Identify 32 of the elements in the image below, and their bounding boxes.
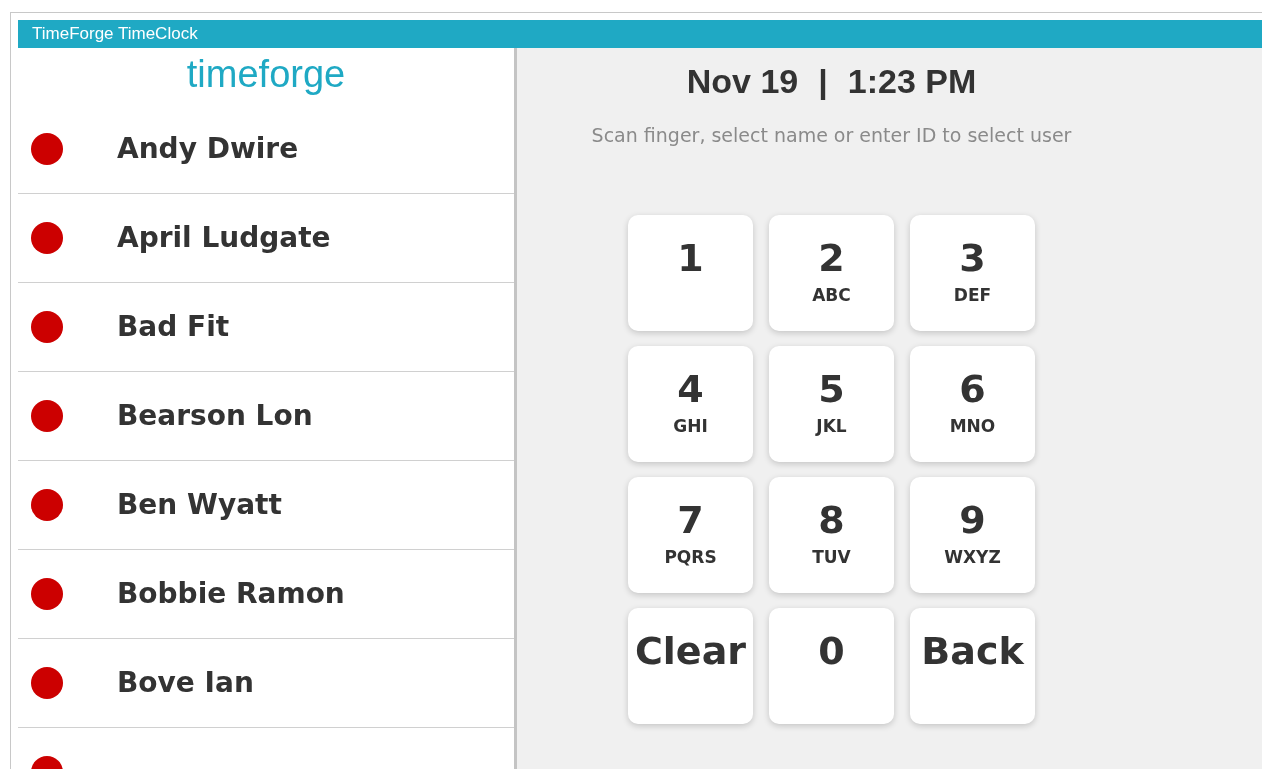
keypad-key[interactable]: 6 MNO <box>910 345 1035 462</box>
instruction-text: Scan finger, select name or enter ID to select user <box>591 123 1072 148</box>
employee-name: Andy Dwire <box>117 131 299 167</box>
employee-name: Bobbie Ramon <box>117 576 345 612</box>
keypad-key[interactable]: 2 ABC <box>769 214 894 331</box>
keypad-key[interactable]: 1 <box>628 214 753 331</box>
employee-row[interactable]: Andy Dwire <box>18 105 514 194</box>
employee-name: April Ludgate <box>117 220 331 256</box>
employee-row[interactable]: Ben Wyatt <box>18 461 514 550</box>
keypad-key[interactable]: Back <box>910 607 1035 724</box>
employee-name: Bad Fit <box>117 309 230 345</box>
employee-row[interactable]: April Ludgate <box>18 194 514 283</box>
employee-name: Bove Ian <box>117 665 254 701</box>
logo: timeforge <box>186 54 346 97</box>
employee-row[interactable]: Bove Ian <box>18 639 514 728</box>
employee-name: Ben Wyatt <box>117 487 282 523</box>
employee-row[interactable]: Bobbie Ramon <box>18 550 514 639</box>
window-title: TimeForge TimeClock <box>32 23 198 46</box>
separator-text: | <box>818 61 828 102</box>
keypad-key[interactable]: 5 JKL <box>769 345 894 462</box>
employee-name: Bearson Lon <box>117 398 313 434</box>
employee-row[interactable]: Bad Fit <box>18 283 514 372</box>
keypad-key[interactable]: 8 TUV <box>769 476 894 593</box>
keypad-key[interactable]: 4 GHI <box>628 345 753 462</box>
keypad-key[interactable]: 9 WXYZ <box>910 476 1035 593</box>
keypad-key[interactable]: 0 <box>769 607 894 724</box>
keypad-key[interactable]: 7 PQRS <box>628 476 753 593</box>
keypad-key[interactable]: Clear <box>628 607 753 724</box>
date-text: Nov 19 <box>686 61 799 102</box>
employee-row[interactable]: Bearson Lon <box>18 372 514 461</box>
time-text: 1:23 PM <box>847 61 977 102</box>
keypad-key[interactable]: 3 DEF <box>910 214 1035 331</box>
